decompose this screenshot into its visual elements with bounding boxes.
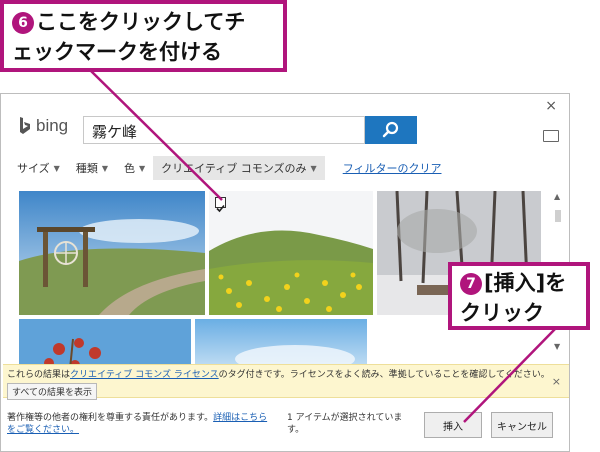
step-number-badge: 6 <box>12 12 34 34</box>
meadow-image <box>209 191 373 315</box>
callout-step-7: 7 [挿入]を クリック <box>448 262 590 330</box>
chevron-down-icon: ▼ <box>53 163 60 173</box>
select-checkbox[interactable] <box>215 197 226 213</box>
callout-line-1: [挿入]を <box>484 271 567 295</box>
show-all-results-button[interactable]: すべての結果を表示 <box>7 383 98 400</box>
tree-image <box>19 319 191 367</box>
search-input[interactable]: 霧ケ峰 <box>83 116 365 144</box>
bing-icon <box>20 117 30 134</box>
notice-text-before: これらの結果は <box>7 370 71 380</box>
chevron-down-icon: ▼ <box>310 163 317 173</box>
filter-bar: サイズ ▼ 種類 ▼ 色 ▼ クリエイティブ コモンズのみ ▼ フィルターのクリア <box>17 156 441 180</box>
rights-text: 著作権等の他者の権利を尊重する責任があります。 <box>7 413 214 423</box>
callout-line-2: ェックマークを付ける <box>12 40 222 64</box>
scroll-up-icon[interactable]: ▲ <box>554 192 560 201</box>
chevron-down-icon: ▼ <box>138 163 146 173</box>
insert-button[interactable]: 挿入 <box>424 412 482 438</box>
checkmark-icon <box>216 204 225 213</box>
image-result-gateway[interactable] <box>19 191 205 315</box>
scroll-thumb[interactable] <box>555 210 561 222</box>
close-icon[interactable]: × <box>552 375 561 388</box>
search-icon <box>382 121 399 138</box>
filter-color[interactable]: 色 ▼ <box>124 160 145 176</box>
rights-notice: 著作権等の他者の権利を尊重する責任があります。詳細はこちらをご覧ください。 <box>7 412 275 436</box>
license-link[interactable]: クリエイティブ コモンズ ライセンス <box>70 370 219 380</box>
close-icon[interactable]: × <box>545 98 557 114</box>
notice-text-after: のタグ付きです。ライセンスをよく読み、準拠していることを確認してください。 <box>218 370 550 380</box>
filter-type[interactable]: 種類 ▼ <box>76 160 108 176</box>
feedback-icon[interactable] <box>543 130 559 142</box>
callout-line-1: ここをクリックしてチ <box>36 10 246 34</box>
chevron-down-icon: ▼ <box>101 163 108 173</box>
scroll-down-icon[interactable]: ▼ <box>554 342 560 351</box>
selection-status: 1 アイテムが選択されています。 <box>287 413 403 435</box>
filter-license[interactable]: クリエイティブ コモンズのみ ▼ <box>153 156 325 180</box>
bing-logo: bing <box>19 116 68 136</box>
cancel-button[interactable]: キャンセル <box>491 412 553 438</box>
clear-filters-link[interactable]: フィルターのクリア <box>343 160 442 176</box>
callout-step-6: 6 ここをクリックしてチ ェックマークを付ける <box>0 0 287 72</box>
step-number-badge: 7 <box>460 273 482 295</box>
license-notice-bar: これらの結果はクリエイティブ コモンズ ライセンスのタグ付きです。ライセンスをよ… <box>3 364 569 400</box>
image-result-meadow[interactable] <box>209 191 373 315</box>
landscape-image <box>19 191 205 315</box>
image-result-sky[interactable] <box>195 319 367 367</box>
filter-size[interactable]: サイズ ▼ <box>17 160 60 176</box>
sky-image <box>195 319 367 367</box>
search-button[interactable] <box>365 116 417 144</box>
image-result-tree[interactable] <box>19 319 191 367</box>
bing-brand-label: bing <box>36 116 69 135</box>
callout-line-2: クリック <box>460 301 544 325</box>
